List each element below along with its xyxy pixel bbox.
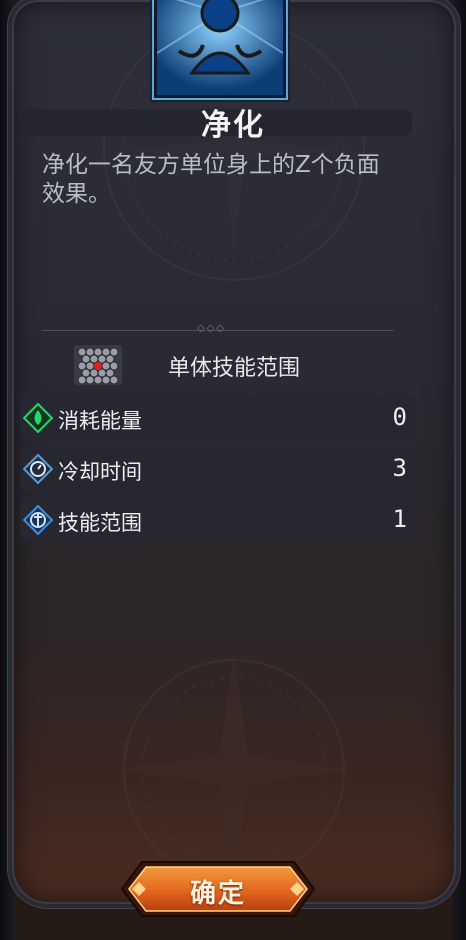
confirm-button-label: 确定	[189, 879, 246, 909]
stat-value: 0	[392, 403, 407, 431]
range-target-icon	[23, 505, 53, 535]
confirm-button[interactable]: 确定	[120, 860, 316, 918]
hex-grid-range-icon	[74, 345, 122, 385]
stat-row-energy: 消耗能量 0	[20, 394, 416, 440]
divider-ornament-icon: ◇◇◇	[197, 323, 227, 334]
energy-drop-icon	[23, 403, 53, 433]
skill-portrait	[152, 0, 288, 100]
stat-value: 1	[392, 505, 407, 533]
range-label: 单体技能范围	[168, 356, 301, 381]
stat-label: 消耗能量	[58, 409, 142, 433]
cooldown-clock-icon	[23, 454, 53, 484]
skill-title: 净化	[201, 108, 265, 143]
stat-label: 技能范围	[58, 511, 142, 535]
stat-row-cooldown: 冷却时间 3	[20, 445, 416, 491]
skill-description: 净化一名友方单位身上的Z个负面效果。	[42, 152, 380, 207]
stat-label: 冷却时间	[58, 460, 142, 484]
stat-value: 3	[392, 454, 407, 482]
skill-info-screen: 净化 净化一名友方单位身上的Z个负面效果。 ◇◇◇ 单体技能范围 消耗能量 0 …	[0, 0, 466, 940]
stat-row-range: 技能范围 1	[20, 496, 416, 542]
purify-portrait-icon	[156, 0, 284, 95]
